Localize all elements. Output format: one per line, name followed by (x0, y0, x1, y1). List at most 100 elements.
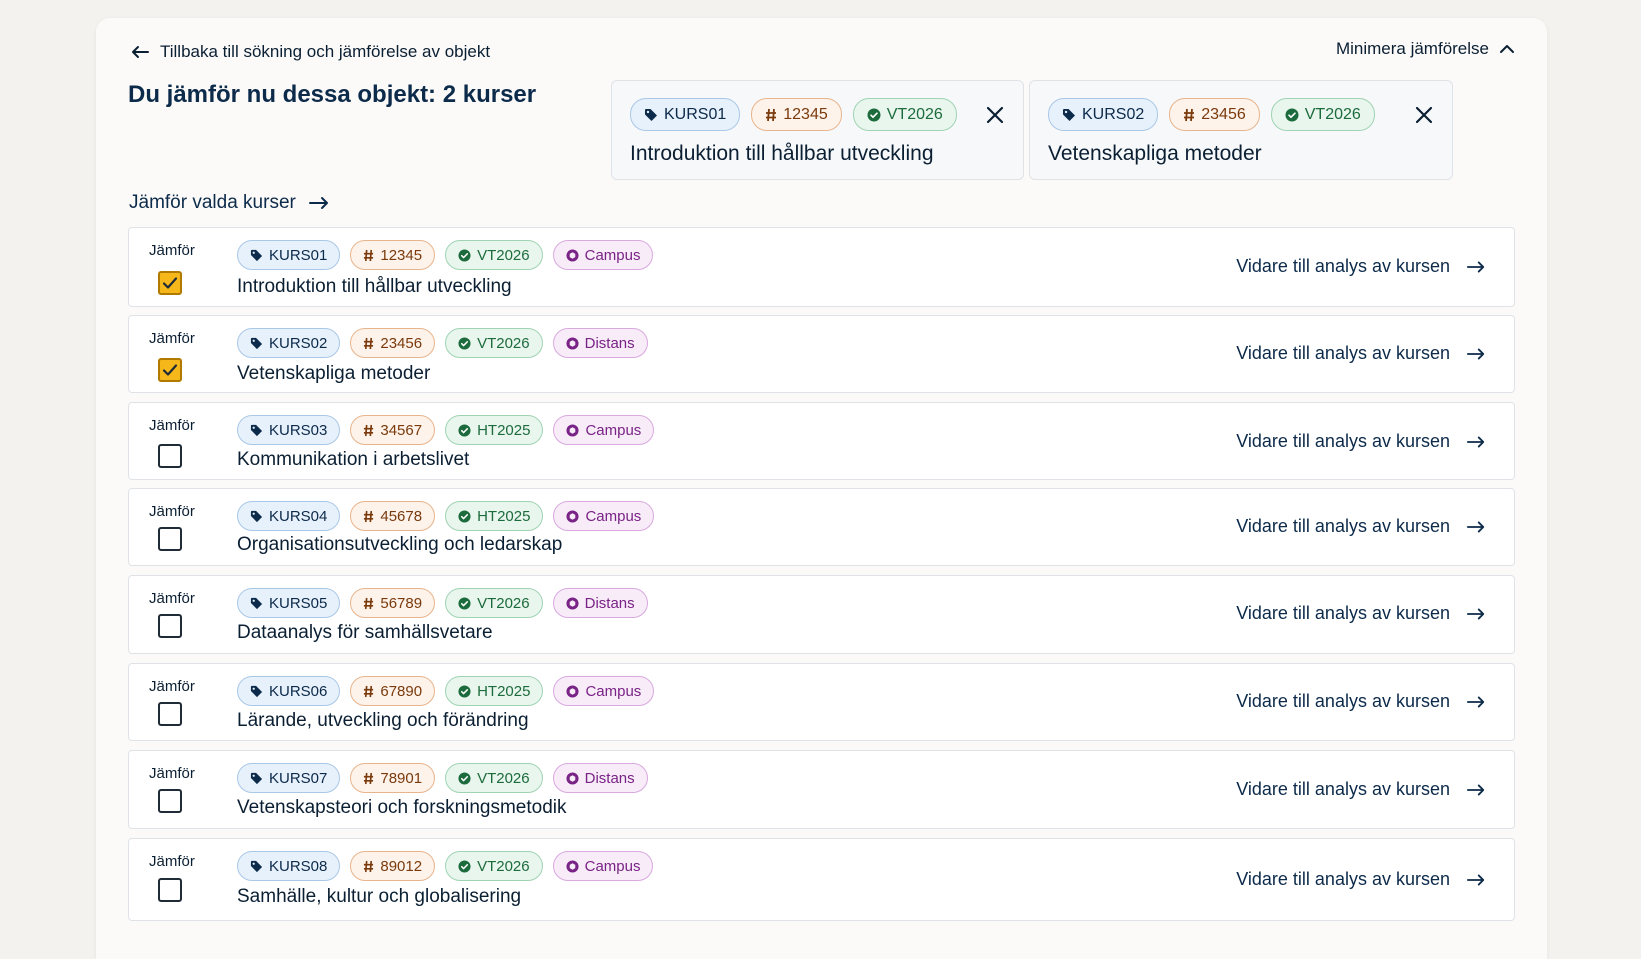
hash-icon (364, 860, 374, 872)
back-link-label: Tillbaka till sökning och jämförelse av … (160, 42, 491, 61)
course-number-badge: 56789 (350, 588, 436, 618)
course-term-badge: HT2025 (445, 415, 544, 445)
cube-icon (566, 684, 579, 698)
badge-group: KURS03 34567 HT2025 Campus (237, 415, 655, 445)
course-number: 23456 (380, 334, 423, 352)
hash-icon (364, 510, 374, 522)
course-analysis-link[interactable]: Vidare till analys av kursen (1236, 869, 1486, 890)
compare-checkbox[interactable] (158, 878, 182, 902)
course-code-badge: KURS05 (237, 588, 341, 618)
badge-group: KURS06 67890 HT2025 Campus (237, 676, 655, 706)
tag-icon (250, 337, 263, 349)
course-mode: Campus (585, 507, 642, 525)
close-icon[interactable] (983, 103, 1007, 127)
course-analysis-link[interactable]: Vidare till analys av kursen (1236, 779, 1486, 800)
course-number-badge: 78901 (350, 763, 436, 793)
compare-selected-button[interactable]: Jämför valda kurser (129, 192, 330, 214)
check-badge-icon (458, 248, 471, 262)
compare-checkbox[interactable] (158, 614, 182, 638)
check-badge-icon (458, 859, 471, 873)
course-code: KURS01 (269, 246, 328, 264)
compare-label: Jämför (149, 765, 195, 782)
hash-icon (364, 685, 374, 697)
course-number: 89012 (380, 857, 423, 875)
course-mode-badge: Campus (553, 501, 655, 531)
course-mode: Campus (585, 682, 642, 700)
compare-checkbox[interactable] (158, 789, 182, 813)
course-analysis-label: Vidare till analys av kursen (1236, 256, 1450, 276)
course-row: Jämför KURS06 67890 HT2025 Campus Lärand… (128, 663, 1515, 741)
course-title: Samhälle, kultur och globalisering (237, 886, 522, 907)
badge-group: KURS01 12345 VT2026 (630, 98, 957, 131)
course-analysis-link[interactable]: Vidare till analys av kursen (1236, 691, 1486, 712)
course-mode: Campus (584, 857, 641, 875)
course-title: Lärande, utveckling och förändring (237, 710, 529, 731)
badge-group: KURS01 12345 VT2026 Campus (237, 240, 654, 270)
hash-icon (1184, 108, 1195, 121)
compare-checkbox[interactable] (158, 358, 182, 382)
course-row: Jämför KURS05 56789 VT2026 Distans Dataa… (128, 575, 1515, 654)
course-number: 78901 (380, 769, 423, 787)
course-term-badge: VT2026 (445, 588, 543, 618)
arrow-right-icon (1466, 348, 1485, 359)
course-analysis-link[interactable]: Vidare till analys av kursen (1236, 431, 1486, 452)
course-analysis-link[interactable]: Vidare till analys av kursen (1236, 256, 1486, 277)
course-mode-badge: Campus (552, 851, 654, 881)
course-analysis-link[interactable]: Vidare till analys av kursen (1236, 343, 1486, 364)
arrow-right-icon (1466, 261, 1485, 272)
course-code: KURS01 (664, 105, 727, 123)
selected-course-title: Vetenskapliga metoder (1048, 142, 1262, 165)
course-title: Organisationsutveckling och ledarskap (237, 534, 563, 555)
course-mode-badge: Campus (553, 676, 655, 706)
course-term-badge: VT2026 (445, 240, 543, 270)
course-number: 12345 (783, 105, 828, 123)
course-number: 67890 (380, 682, 423, 700)
tag-icon (250, 510, 263, 522)
course-title: Vetenskapsteori och forskningsmetodik (237, 797, 567, 818)
selected-course-card: KURS01 12345 VT2026 Introduktion till hå… (611, 80, 1024, 180)
course-term: VT2026 (477, 857, 530, 875)
course-code-badge: KURS08 (237, 851, 341, 881)
course-analysis-label: Vidare till analys av kursen (1236, 869, 1450, 889)
arrow-right-icon (1466, 608, 1485, 619)
course-analysis-label: Vidare till analys av kursen (1236, 603, 1450, 623)
course-term: VT2026 (477, 769, 530, 787)
arrow-right-icon (308, 197, 328, 209)
compare-label: Jämför (149, 417, 195, 434)
course-code-badge: KURS01 (630, 98, 741, 131)
cube-icon (566, 248, 579, 262)
course-mode-badge: Distans (552, 328, 648, 358)
badge-group: KURS05 56789 VT2026 Distans (237, 588, 648, 618)
course-title: Introduktion till hållbar utveckling (237, 276, 512, 297)
check-icon (162, 277, 178, 289)
compare-label: Jämför (149, 853, 195, 870)
badge-group: KURS08 89012 VT2026 Campus (237, 851, 654, 881)
check-badge-icon (458, 771, 471, 785)
course-number: 45678 (380, 507, 423, 525)
compare-checkbox[interactable] (158, 702, 182, 726)
selected-course-card: KURS02 23456 VT2026 Vetenskapliga metode… (1029, 80, 1453, 180)
compare-checkbox[interactable] (158, 444, 182, 468)
course-number-badge: 89012 (350, 851, 436, 881)
course-row: Jämför KURS07 78901 VT2026 Distans Veten… (128, 750, 1515, 829)
cube-icon (566, 859, 579, 873)
course-term-badge: VT2026 (1270, 98, 1375, 131)
compare-checkbox[interactable] (158, 527, 182, 551)
course-number-badge: 12345 (350, 240, 436, 270)
compare-checkbox[interactable] (158, 271, 182, 295)
course-code: KURS06 (269, 682, 328, 700)
close-icon[interactable] (1412, 103, 1436, 127)
hash-icon (364, 772, 374, 784)
minimize-comparison-button[interactable]: Minimera jämförelse (1336, 39, 1515, 59)
tag-icon (250, 860, 263, 872)
course-analysis-link[interactable]: Vidare till analys av kursen (1236, 516, 1486, 537)
arrow-right-icon (1466, 436, 1485, 447)
back-link[interactable]: Tillbaka till sökning och jämförelse av … (130, 42, 490, 62)
course-term: VT2026 (886, 105, 943, 123)
course-number-badge: 34567 (350, 415, 436, 445)
course-code: KURS03 (269, 421, 328, 439)
course-row: Jämför KURS03 34567 HT2025 Campus Kommun… (128, 402, 1515, 480)
course-analysis-link[interactable]: Vidare till analys av kursen (1236, 603, 1486, 624)
check-badge-icon (458, 336, 471, 350)
arrow-right-icon (1466, 784, 1485, 795)
